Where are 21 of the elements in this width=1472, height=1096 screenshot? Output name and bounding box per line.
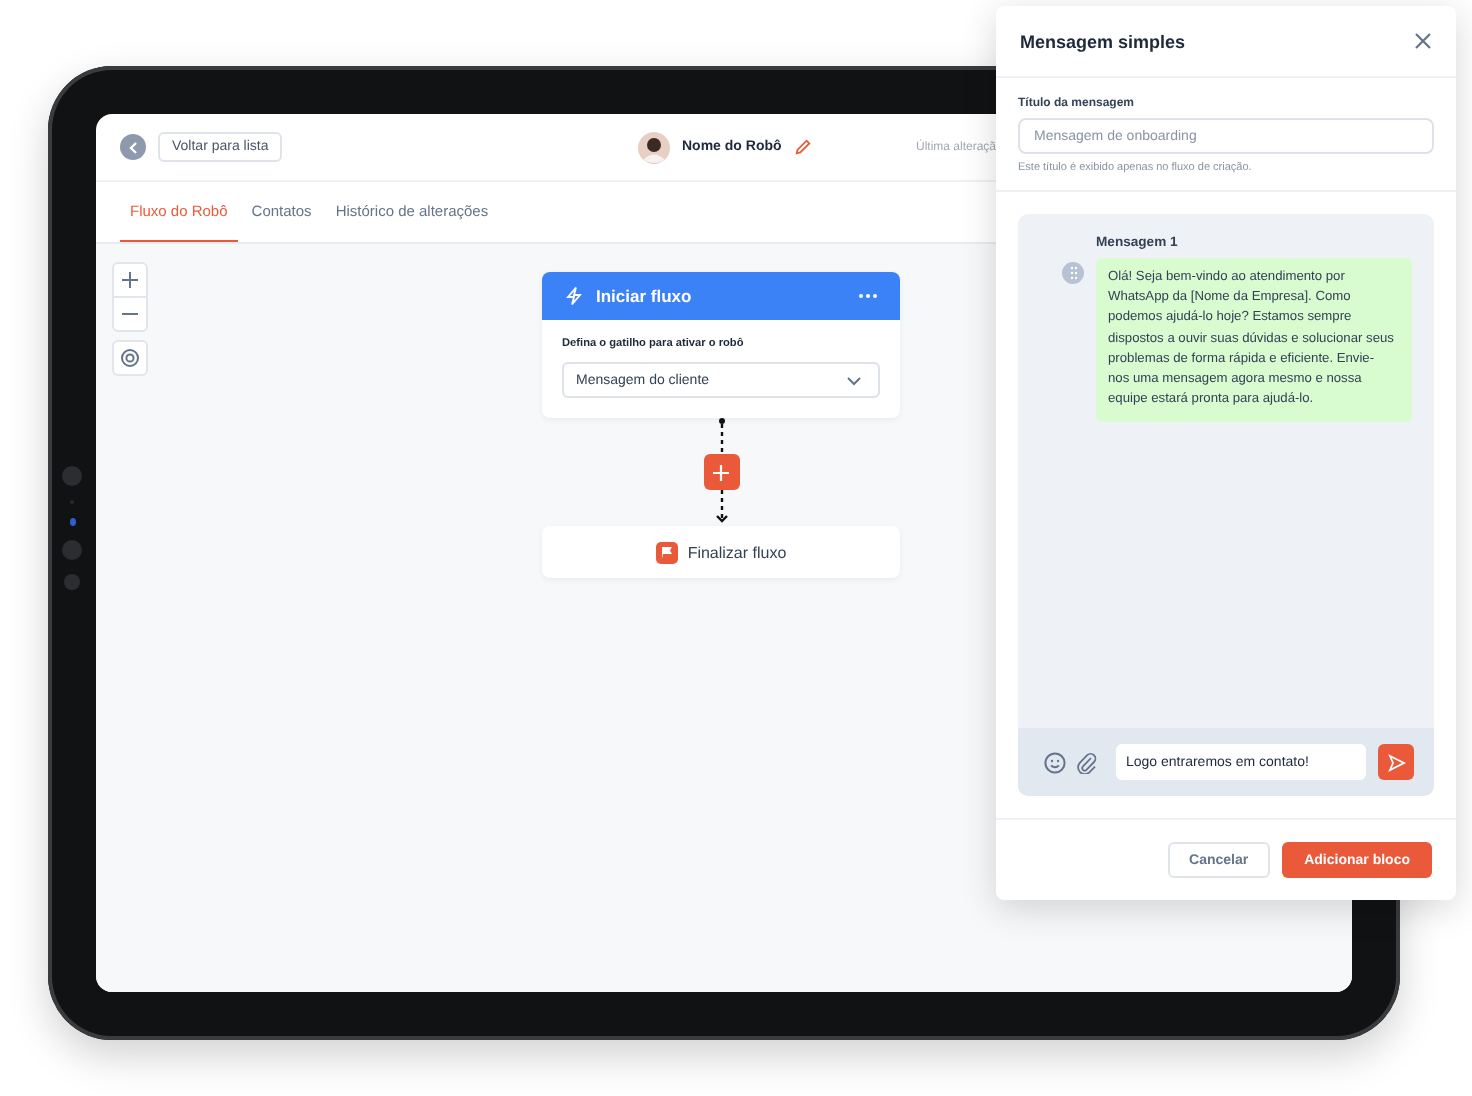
paperclip-icon[interactable]: [1076, 751, 1098, 773]
add-step-button[interactable]: [703, 454, 739, 490]
drag-handle-icon[interactable]: [1062, 262, 1084, 284]
lightning-icon: [564, 286, 584, 306]
avatar: [638, 131, 670, 163]
emoji-icon[interactable]: [1044, 751, 1066, 773]
send-button[interactable]: [1378, 744, 1414, 780]
more-icon[interactable]: [858, 292, 878, 300]
back-icon[interactable]: [120, 134, 146, 160]
sensor-icon: [69, 518, 75, 526]
node-title: Iniciar fluxo: [596, 286, 694, 306]
close-icon[interactable]: [1414, 32, 1432, 50]
node-title: Finalizar fluxo: [687, 543, 787, 561]
flag-icon: [655, 541, 678, 563]
panel-title: Mensagem simples: [1020, 31, 1186, 51]
camera-icon: [62, 466, 82, 486]
chevron-down-icon: [846, 375, 862, 385]
target-icon[interactable]: [112, 340, 148, 376]
pencil-icon[interactable]: [793, 138, 812, 156]
plus-icon: [712, 463, 730, 481]
send-icon: [1387, 753, 1405, 771]
